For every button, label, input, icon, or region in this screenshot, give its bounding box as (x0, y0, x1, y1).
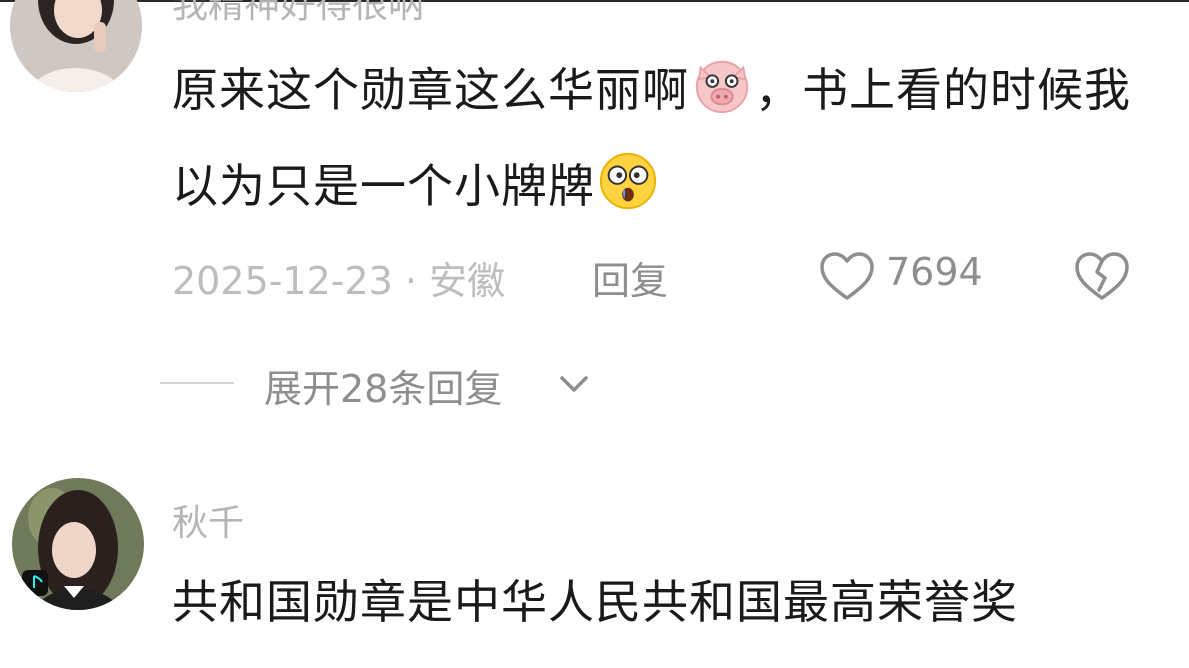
heart-icon (820, 252, 874, 300)
chevron-down-icon (560, 376, 588, 392)
comment-text: 原来这个勋章这么华丽啊 ，书上看的时候我以为只是一个小牌牌 (172, 42, 1162, 234)
comment-item: 我精神好得很呐 原来这个勋章这么华丽啊 ，书上看的时候我以为只是一个小牌牌 20… (0, 0, 1189, 411)
comment-username[interactable]: 我精神好得很呐 (172, 0, 424, 28)
expand-replies-button[interactable]: 展开28条回复 (160, 352, 660, 412)
comment-item: 秋千 共和国勋章是中华人民共和国最高荣誉奖 (0, 468, 1189, 668)
comment-meta: 2025-12-23 · 安徽 回复 7694 (172, 246, 1172, 306)
shocked-face-icon (597, 150, 659, 212)
reply-button[interactable]: 回复 (592, 250, 668, 305)
broken-heart-icon[interactable] (1072, 250, 1132, 302)
divider-line (160, 382, 234, 384)
comment-text-part1: 原来这个勋章这么华丽啊 (172, 63, 689, 117)
comment-username[interactable]: 秋千 (172, 494, 244, 546)
avatar[interactable] (12, 478, 144, 610)
comment-date-location: 2025-12-23 · 安徽 (172, 259, 506, 303)
expand-replies-label: 展开28条回复 (264, 367, 503, 411)
like-count: 7694 (886, 250, 983, 294)
avatar[interactable] (10, 0, 142, 92)
pig-face-icon (691, 54, 753, 116)
comment-text: 共和国勋章是中华人民共和国最高荣誉奖 (172, 575, 1018, 629)
